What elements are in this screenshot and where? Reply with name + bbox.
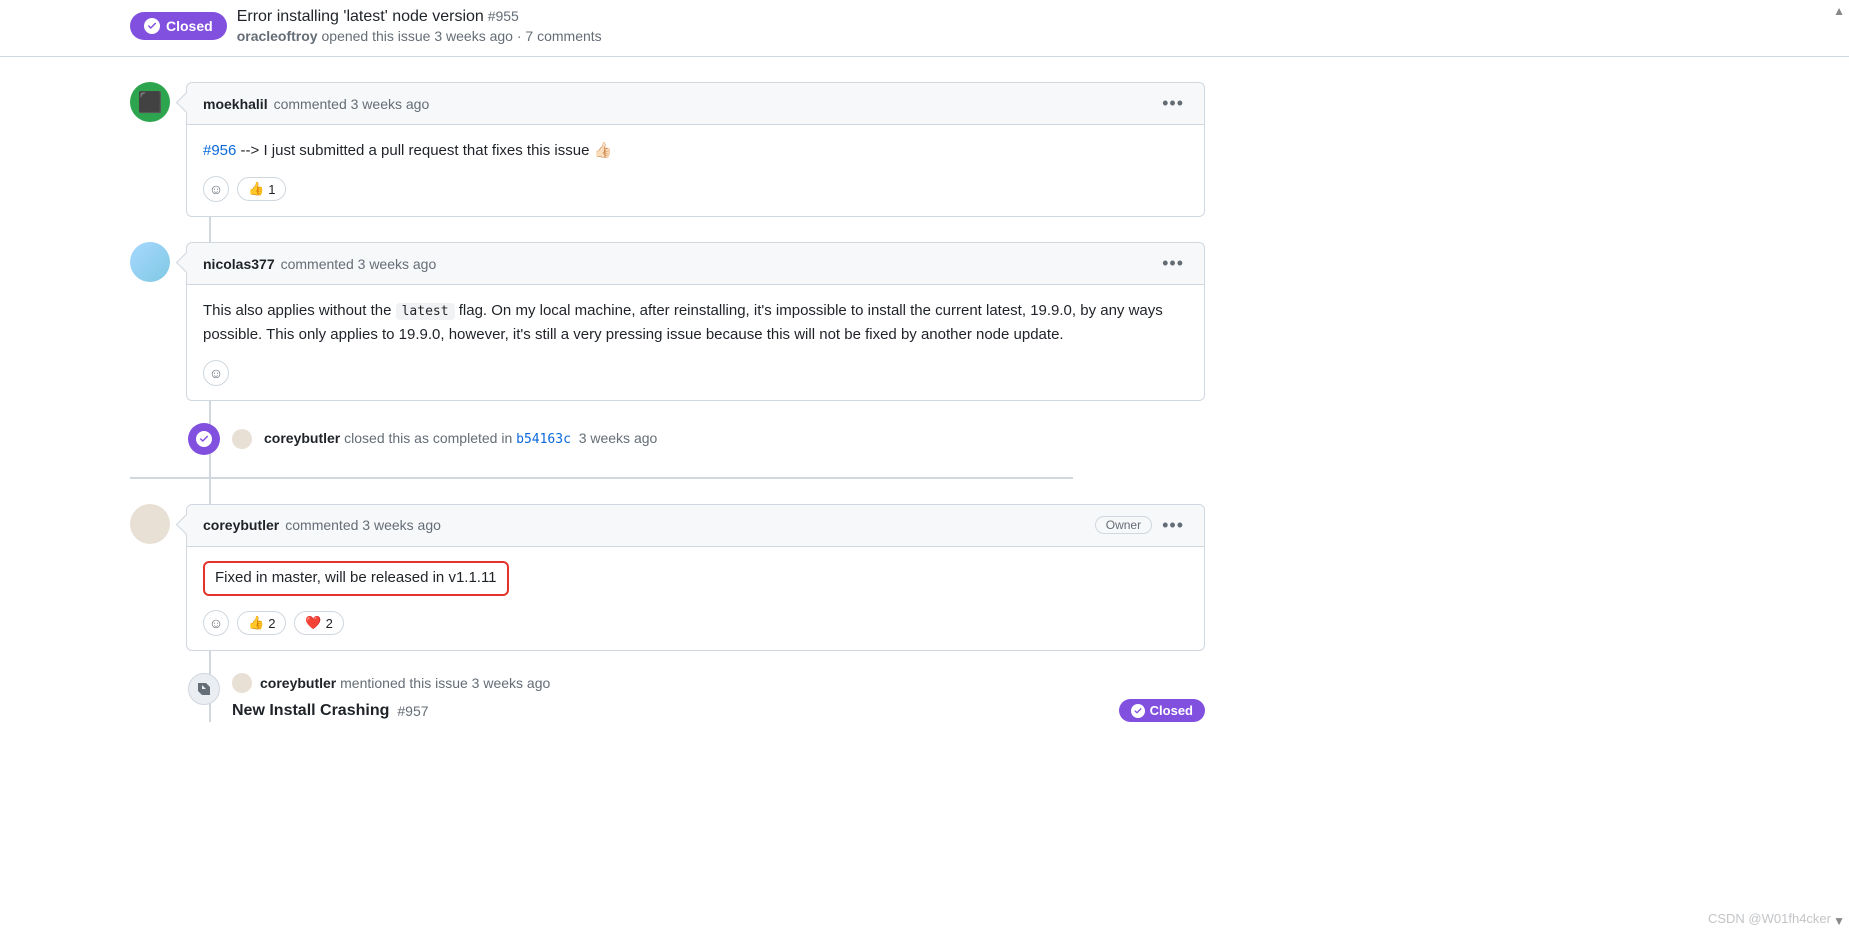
event-user[interactable]: coreybutler — [260, 675, 336, 691]
issue-author[interactable]: oracleoftroy — [237, 28, 318, 44]
comment-author[interactable]: nicolas377 — [203, 256, 275, 272]
comment-count: 7 comments — [525, 28, 601, 44]
issue-title[interactable]: Error installing 'latest' node version — [237, 8, 484, 25]
issue-subtitle: oracleoftroy opened this issue 3 weeks a… — [237, 28, 602, 44]
comment-time[interactable]: commented 3 weeks ago — [285, 517, 441, 533]
scroll-up-arrow[interactable]: ▲ — [1833, 4, 1845, 18]
kebab-icon[interactable]: ••• — [1158, 93, 1188, 114]
closed-event-badge — [188, 423, 220, 455]
cross-reference-event: coreybutler mentioned this issue 3 weeks… — [188, 673, 1205, 722]
status-badge: Closed — [130, 12, 227, 40]
divider — [130, 477, 1073, 479]
heart-reaction[interactable]: ❤️ 2 — [294, 611, 343, 635]
scroll-down-arrow[interactable]: ▼ — [1833, 914, 1845, 928]
issue-header: Closed Error installing 'latest' node ve… — [0, 0, 1849, 57]
issue-link[interactable]: #956 — [203, 142, 236, 159]
comment-time[interactable]: commented 3 weeks ago — [274, 96, 430, 112]
small-avatar[interactable] — [232, 429, 252, 449]
add-reaction-button[interactable]: ☺ — [203, 176, 229, 202]
comment-text-pre: This also applies without the — [203, 302, 396, 319]
watermark: CSDN @W01fh4cker — [1708, 911, 1831, 926]
comment-author[interactable]: coreybutler — [203, 517, 279, 533]
small-avatar[interactable] — [232, 673, 252, 693]
event-user[interactable]: coreybutler — [264, 430, 340, 446]
referenced-issue-number: #957 — [397, 703, 428, 719]
closed-event: coreybutler closed this as completed in … — [188, 423, 1205, 455]
kebab-icon[interactable]: ••• — [1158, 253, 1188, 274]
avatar[interactable] — [130, 242, 170, 282]
thumbs-up-reaction[interactable]: 👍 1 — [237, 177, 286, 201]
issue-number: #955 — [488, 8, 519, 24]
cross-ref-icon — [196, 681, 212, 697]
comment: nicolas377 commented 3 weeks ago ••• Thi… — [130, 242, 1205, 401]
cross-reference-icon — [188, 673, 220, 705]
comment-time[interactable]: commented 3 weeks ago — [281, 256, 437, 272]
check-circle-icon — [196, 431, 212, 447]
comment-author[interactable]: moekhalil — [203, 96, 268, 112]
check-circle-icon — [1131, 704, 1145, 718]
add-reaction-button[interactable]: ☺ — [203, 610, 229, 636]
referenced-issue-title[interactable]: New Install Crashing — [232, 702, 389, 720]
owner-label: Owner — [1095, 516, 1152, 534]
comment-text: --> I just submitted a pull request that… — [236, 142, 612, 159]
thumbs-up-reaction[interactable]: 👍 2 — [237, 611, 286, 635]
avatar[interactable]: ⬛ — [130, 82, 170, 122]
event-time[interactable]: 3 weeks ago — [579, 430, 658, 446]
add-reaction-button[interactable]: ☺ — [203, 360, 229, 386]
comment: ⬛ moekhalil commented 3 weeks ago ••• #9… — [130, 82, 1205, 217]
referenced-status-badge: Closed — [1119, 699, 1205, 722]
check-circle-icon — [144, 18, 160, 34]
avatar[interactable] — [130, 504, 170, 544]
kebab-icon[interactable]: ••• — [1158, 515, 1188, 536]
comment: coreybutler commented 3 weeks ago Owner … — [130, 504, 1205, 651]
event-time[interactable]: 3 weeks ago — [472, 675, 551, 691]
commit-sha-link[interactable]: b54163c — [516, 432, 571, 447]
highlighted-text: Fixed in master, will be released in v1.… — [203, 561, 509, 596]
inline-code: latest — [396, 303, 455, 320]
status-text: Closed — [166, 18, 213, 34]
